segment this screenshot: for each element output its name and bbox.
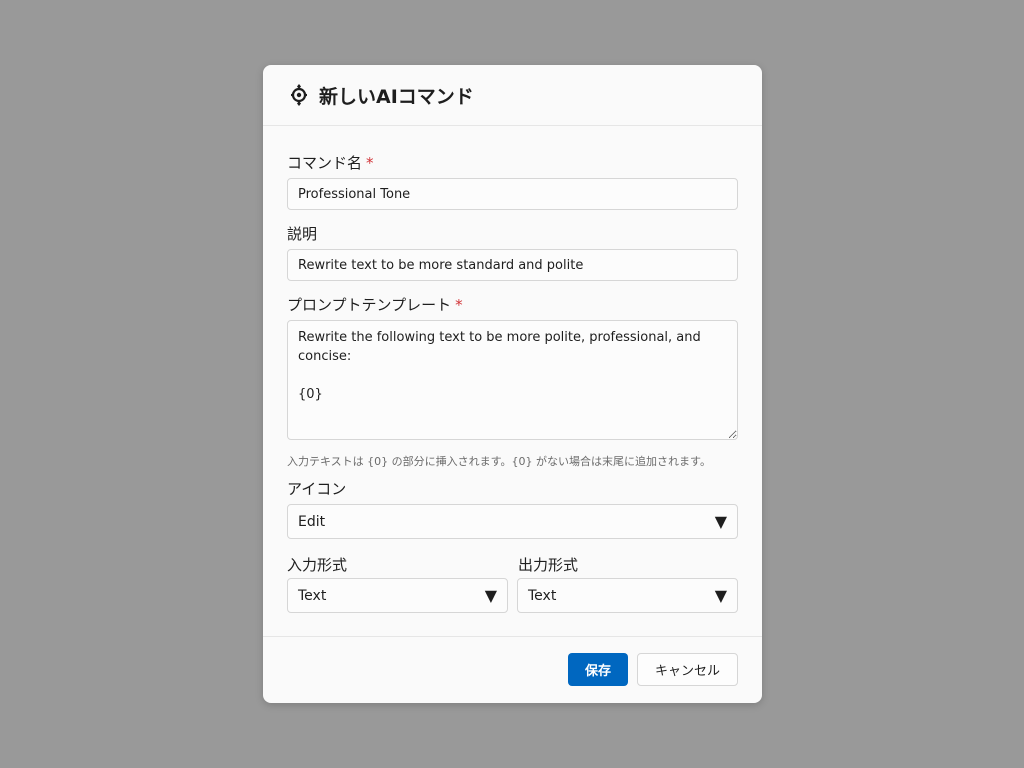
input-format-label: 入力形式 xyxy=(287,556,348,574)
dialog-header: 新しいAIコマンド xyxy=(263,65,762,126)
icon-label: アイコン xyxy=(287,480,347,498)
icon-select[interactable]: Edit ▼ xyxy=(287,504,738,539)
icon-select-value: Edit xyxy=(298,513,326,530)
command-name-input[interactable] xyxy=(287,178,738,210)
command-name-label: コマンド名 * xyxy=(287,154,374,172)
required-mark: * xyxy=(366,154,374,172)
input-format-value: Text xyxy=(298,587,327,604)
prompt-template-hint: 入力テキストは {0} の部分に挿入されます。{0} がない場合は末尾に追加され… xyxy=(287,455,711,468)
output-format-label: 出力形式 xyxy=(518,556,579,574)
chevron-down-icon: ▼ xyxy=(484,586,497,605)
required-mark: * xyxy=(455,296,463,314)
save-button[interactable]: 保存 xyxy=(568,653,628,686)
prompt-template-textarea[interactable]: Rewrite the following text to be more po… xyxy=(287,320,738,440)
prompt-template-label: プロンプトテンプレート * xyxy=(287,296,463,314)
description-label: 説明 xyxy=(287,225,318,243)
output-format-value: Text xyxy=(528,587,557,604)
chevron-down-icon: ▼ xyxy=(714,586,727,605)
dialog-footer: 保存 キャンセル xyxy=(263,636,762,703)
new-ai-command-dialog: 新しいAIコマンド コマンド名* 説明 プロンプトテンプレート* Rewrite… xyxy=(263,65,762,703)
input-format-select[interactable]: Text ▼ xyxy=(287,578,508,613)
dialog-title: 新しいAIコマンド xyxy=(319,85,474,108)
description-input[interactable] xyxy=(287,249,738,281)
ai-sparkle-icon xyxy=(291,84,307,106)
output-format-select[interactable]: Text ▼ xyxy=(517,578,738,613)
chevron-down-icon: ▼ xyxy=(714,512,727,531)
cancel-button[interactable]: キャンセル xyxy=(637,653,738,686)
